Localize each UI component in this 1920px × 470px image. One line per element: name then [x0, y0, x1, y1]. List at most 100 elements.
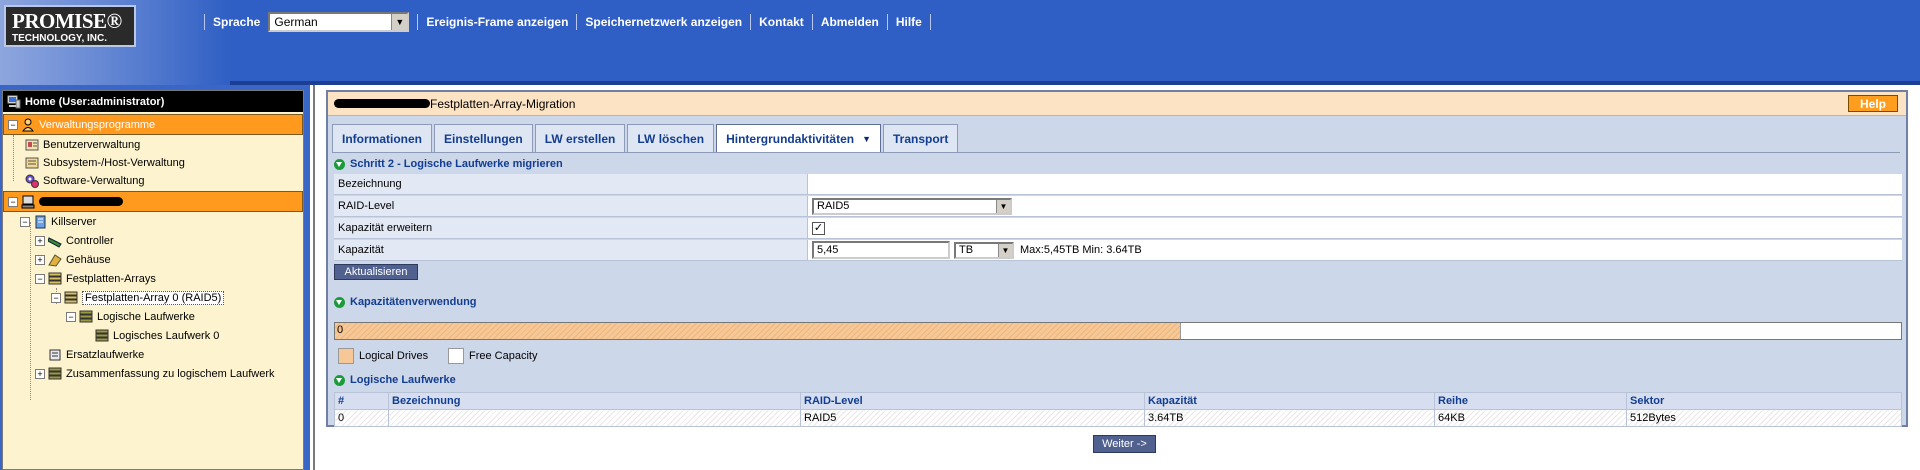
- menu-divider: [204, 14, 205, 30]
- collapse-toggle-icon[interactable]: −: [8, 119, 18, 130]
- collapse-arrow-icon[interactable]: [334, 374, 345, 386]
- chevron-down-icon[interactable]: ▼: [391, 14, 408, 30]
- tree-item-label: Ersatzlaufwerke: [66, 349, 145, 361]
- tab-settings[interactable]: Einstellungen: [434, 124, 533, 152]
- navigation-tree: Home (User:administrator) − Verwaltungsp…: [2, 90, 304, 470]
- collapse-toggle-icon[interactable]: −: [20, 217, 30, 227]
- step-section-heading[interactable]: Schritt 2 - Logische Laufwerke migrieren: [334, 156, 563, 172]
- collapse-toggle-icon[interactable]: −: [8, 196, 18, 207]
- collapse-toggle-icon[interactable]: −: [66, 312, 76, 322]
- raid-level-value: RAID5: [817, 200, 850, 212]
- column-header[interactable]: Sektor: [1626, 392, 1902, 410]
- logo-line2: TECHNOLOGY, INC.: [12, 33, 108, 44]
- capacity-input[interactable]: 5,45: [812, 241, 950, 259]
- tree-item-ld-summary[interactable]: + Zusammenfassung zu logischem Laufwerk: [35, 365, 274, 383]
- expand-capacity-label: Kapazität erweitern: [334, 218, 808, 238]
- form-row-capacity: Kapazität 5,45 TB ▼ Max:5,45TB Min: 3.64…: [334, 240, 1902, 261]
- tab-divider: [332, 152, 1900, 153]
- capacity-usage-heading[interactable]: Kapazitätenverwendung: [334, 294, 477, 310]
- tree-item-software-management[interactable]: Software-Verwaltung: [25, 172, 145, 190]
- table-cell: 3.64TB: [1144, 409, 1435, 427]
- server-icon: [33, 215, 47, 229]
- tree-home[interactable]: Home (User:administrator): [3, 91, 303, 112]
- tree-item-label: Controller: [66, 235, 114, 247]
- chevron-down-icon[interactable]: ▼: [996, 199, 1010, 213]
- logical-drives-icon: [79, 310, 93, 324]
- collapse-toggle-icon[interactable]: −: [51, 293, 61, 303]
- legend-swatch-free-capacity: [448, 348, 464, 364]
- help-link[interactable]: Hilfe: [896, 15, 922, 29]
- logout-link[interactable]: Abmelden: [821, 15, 879, 29]
- section-title: Kapazitätenverwendung: [350, 296, 477, 308]
- collapse-arrow-icon[interactable]: [334, 158, 345, 170]
- raid-level-label: RAID-Level: [334, 196, 808, 216]
- tree-admin-group[interactable]: − Verwaltungsprogramme: [3, 114, 303, 135]
- page-title: Festplatten-Array-Migration: [430, 96, 576, 111]
- column-header[interactable]: Bezeichnung: [388, 392, 801, 410]
- expand-toggle-icon[interactable]: +: [35, 236, 45, 246]
- capacity-unit-select[interactable]: TB ▼: [954, 241, 1014, 259]
- column-header[interactable]: RAID-Level: [800, 392, 1145, 410]
- tree-item-user-management[interactable]: Benutzerverwaltung: [25, 136, 140, 154]
- show-storage-network-link[interactable]: Speichernetzwerk anzeigen: [585, 15, 742, 29]
- tree-item-array0[interactable]: − Festplatten-Array 0 (RAID5): [51, 289, 225, 307]
- tree-item-subsystem-host[interactable]: Subsystem-/Host-Verwaltung: [25, 154, 185, 172]
- expand-capacity-checkbox[interactable]: ✓: [812, 221, 825, 235]
- logical-drives-heading[interactable]: Logische Laufwerke: [334, 372, 456, 388]
- name-field[interactable]: [808, 174, 1902, 194]
- tree-item-label: Benutzerverwaltung: [43, 139, 141, 151]
- column-header[interactable]: #: [334, 392, 389, 410]
- tree-item-label: Subsystem-/Host-Verwaltung: [43, 157, 185, 169]
- logical-drives-table: # Bezeichnung RAID-Level Kapazität Reihe…: [334, 392, 1902, 427]
- tab-transport[interactable]: Transport: [883, 124, 959, 152]
- table-header-row: # Bezeichnung RAID-Level Kapazität Reihe…: [334, 392, 1902, 410]
- subsystem-host-icon: [25, 156, 39, 170]
- help-button[interactable]: Help: [1848, 95, 1898, 112]
- language-label: Sprache: [213, 15, 261, 29]
- tree-item-logical-drives[interactable]: − Logische Laufwerke: [66, 308, 195, 326]
- chevron-down-icon[interactable]: ▼: [862, 134, 871, 144]
- tree-item-spare-drives[interactable]: Ersatzlaufwerke: [48, 346, 144, 364]
- expand-toggle-icon[interactable]: +: [35, 369, 45, 379]
- table-cell: [388, 409, 801, 427]
- raid-level-cell: RAID5 ▼: [808, 196, 1902, 216]
- show-event-frame-link[interactable]: Ereignis-Frame anzeigen: [426, 15, 568, 29]
- legend-label-free-capacity: Free Capacity: [469, 350, 538, 362]
- capacity-range-text: Max:5,45TB Min: 3.64TB: [1020, 244, 1142, 256]
- tree-item-label: Logisches Laufwerk 0: [113, 330, 220, 342]
- expand-capacity-cell: ✓: [808, 218, 1902, 238]
- tree-item-logical-drive0[interactable]: Logisches Laufwerk 0: [95, 327, 219, 345]
- capacity-usage-bar: 0: [334, 322, 1902, 340]
- column-header[interactable]: Kapazität: [1144, 392, 1435, 410]
- disk-array-icon: [48, 272, 62, 286]
- update-button[interactable]: Aktualisieren: [334, 264, 418, 280]
- collapse-arrow-icon[interactable]: [334, 296, 345, 308]
- tab-create-ld[interactable]: LW erstellen: [534, 124, 626, 152]
- raid-level-select[interactable]: RAID5 ▼: [812, 197, 1012, 215]
- language-select[interactable]: German ▼: [268, 12, 410, 32]
- navigation-tree-panel: Home (User:administrator) − Verwaltungsp…: [0, 85, 310, 470]
- top-menu: Sprache German ▼ Ereignis-Frame anzeigen…: [196, 12, 939, 32]
- collapse-toggle-icon[interactable]: −: [35, 274, 45, 284]
- tab-delete-ld[interactable]: LW löschen: [627, 124, 715, 152]
- next-button[interactable]: Weiter ->: [1093, 435, 1156, 453]
- contact-link[interactable]: Kontakt: [759, 15, 804, 29]
- tab-information[interactable]: Informationen: [332, 124, 432, 152]
- tree-item-disk-arrays[interactable]: − Festplatten-Arrays: [35, 270, 156, 288]
- admin-group-label: Verwaltungsprogramme: [39, 118, 156, 131]
- tree-subsystem-redacted[interactable]: −: [3, 191, 303, 212]
- expand-toggle-icon[interactable]: +: [35, 255, 45, 265]
- form-row-name: Bezeichnung: [334, 174, 1902, 195]
- home-computer-icon: [7, 95, 21, 109]
- name-label: Bezeichnung: [334, 174, 808, 194]
- tree-item-server[interactable]: − Killserver: [20, 213, 96, 231]
- tree-item-label: Logische Laufwerke: [97, 311, 195, 323]
- column-header[interactable]: Reihe: [1434, 392, 1627, 410]
- chevron-down-icon[interactable]: ▼: [998, 243, 1012, 257]
- tab-background-activities[interactable]: Hintergrundaktivitäten ▼: [716, 124, 881, 152]
- panel-title-bar: Festplatten-Array-Migration Help: [328, 92, 1906, 116]
- user-management-icon: [25, 138, 39, 152]
- tree-item-controller[interactable]: + Controller: [35, 232, 114, 250]
- table-row[interactable]: 0 RAID5 3.64TB 64KB 512Bytes: [334, 409, 1902, 427]
- tree-item-enclosure[interactable]: + Gehäuse: [35, 251, 111, 269]
